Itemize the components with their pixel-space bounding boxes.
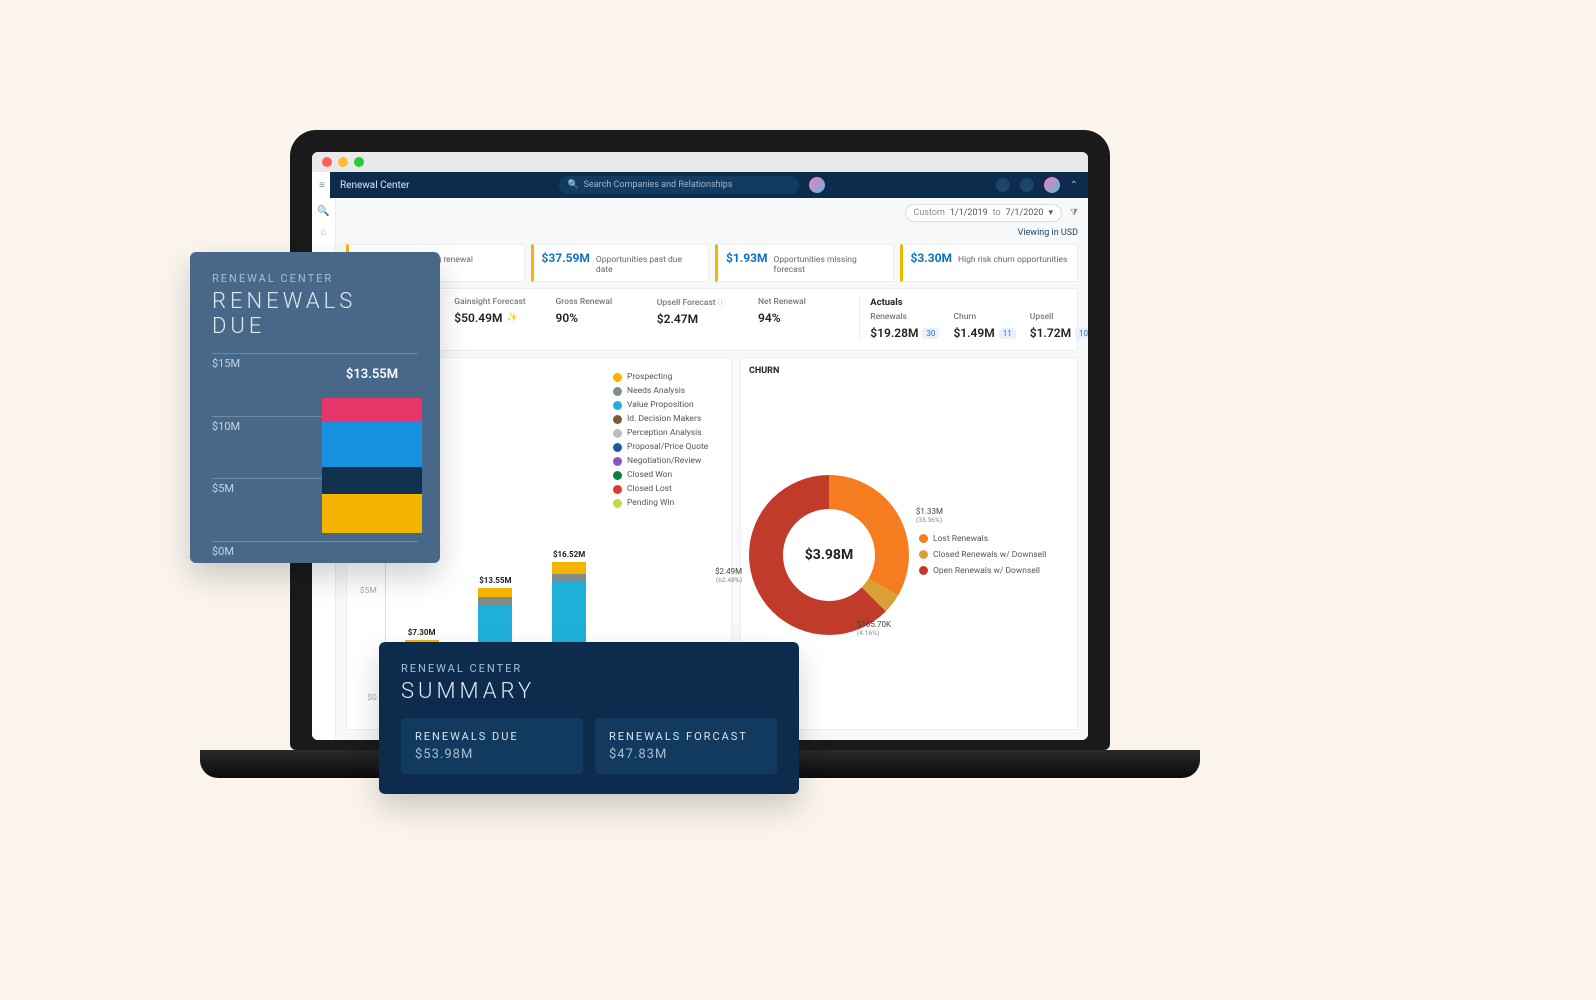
app-title: Renewal Center	[340, 180, 409, 191]
summary-card: Renewal Forecast ⓘ $52.46M Gainsight For…	[346, 288, 1078, 351]
top-bar: ≡ Renewal Center 🔍 Search Companies and …	[312, 172, 1088, 198]
alert-card[interactable]: $1.93M Opportunities missing forecast	[715, 244, 894, 282]
info-icon[interactable]: ⓘ	[718, 298, 726, 307]
alert-row: $47.61M missing renewal $37.59M Opportun…	[346, 244, 1078, 282]
sidebar-home-icon[interactable]: ⌂	[320, 227, 326, 238]
date-from: 1/1/2019	[950, 208, 988, 218]
user-avatar-secondary[interactable]	[809, 177, 825, 193]
count-chip[interactable]: 11	[999, 328, 1016, 339]
filter-icon[interactable]: ⧩	[1070, 208, 1078, 218]
sidebar-search-icon[interactable]: 🔍	[317, 206, 329, 217]
date-range-picker[interactable]: Custom 1/1/2019 to 7/1/2020 ▾	[905, 204, 1062, 222]
alert-card[interactable]: $3.30M High risk churn opportunities	[900, 244, 1079, 282]
date-range-label: Custom	[914, 208, 945, 218]
wand-icon: ✨	[506, 313, 517, 323]
overlay-bar	[322, 383, 422, 533]
user-avatar[interactable]	[1044, 177, 1060, 193]
donut-legend: Lost Renewals Closed Renewals w/ Downsel…	[919, 534, 1046, 576]
count-chip[interactable]: 10	[1075, 328, 1088, 339]
apps-icon[interactable]	[1020, 178, 1034, 192]
overlay-bar-label: $13.55M	[322, 367, 422, 382]
overlay-renewals-due: RENEWAL CENTER RENEWALS DUE $15M $10M $5…	[190, 252, 440, 563]
window-chrome	[312, 152, 1088, 172]
search-input[interactable]: 🔍 Search Companies and Relationships	[559, 176, 799, 194]
count-chip[interactable]: 30	[922, 328, 939, 339]
overlay-summary: RENEWAL CENTER SUMMARY RENEWALS DUE $53.…	[379, 642, 799, 794]
collapse-icon[interactable]: ⌃	[1070, 180, 1078, 191]
chevron-down-icon: ▾	[1048, 208, 1053, 218]
alert-card[interactable]: $37.59M Opportunities past due date	[531, 244, 710, 282]
donut-center: $3.98M	[783, 509, 875, 601]
date-to: 7/1/2020	[1006, 208, 1044, 218]
summary-box-renewals-forecast[interactable]: RENEWALS FORCAST $47.83M	[595, 718, 777, 774]
minimize-icon[interactable]	[338, 157, 348, 167]
menu-icon[interactable]: ≡	[312, 172, 330, 198]
currency-note: Viewing in USD	[346, 228, 1078, 238]
search-icon: 🔍	[567, 180, 578, 190]
book-icon[interactable]	[996, 178, 1010, 192]
maximize-icon[interactable]	[354, 157, 364, 167]
search-placeholder: Search Companies and Relationships	[584, 180, 733, 190]
summary-box-renewals-due[interactable]: RENEWALS DUE $53.98M	[401, 718, 583, 774]
donut-chart[interactable]: $3.98M $1.33M (33.36%) $165.70K (4.16%)	[749, 475, 909, 635]
close-icon[interactable]	[322, 157, 332, 167]
churn-title: CHURN	[749, 366, 1069, 376]
